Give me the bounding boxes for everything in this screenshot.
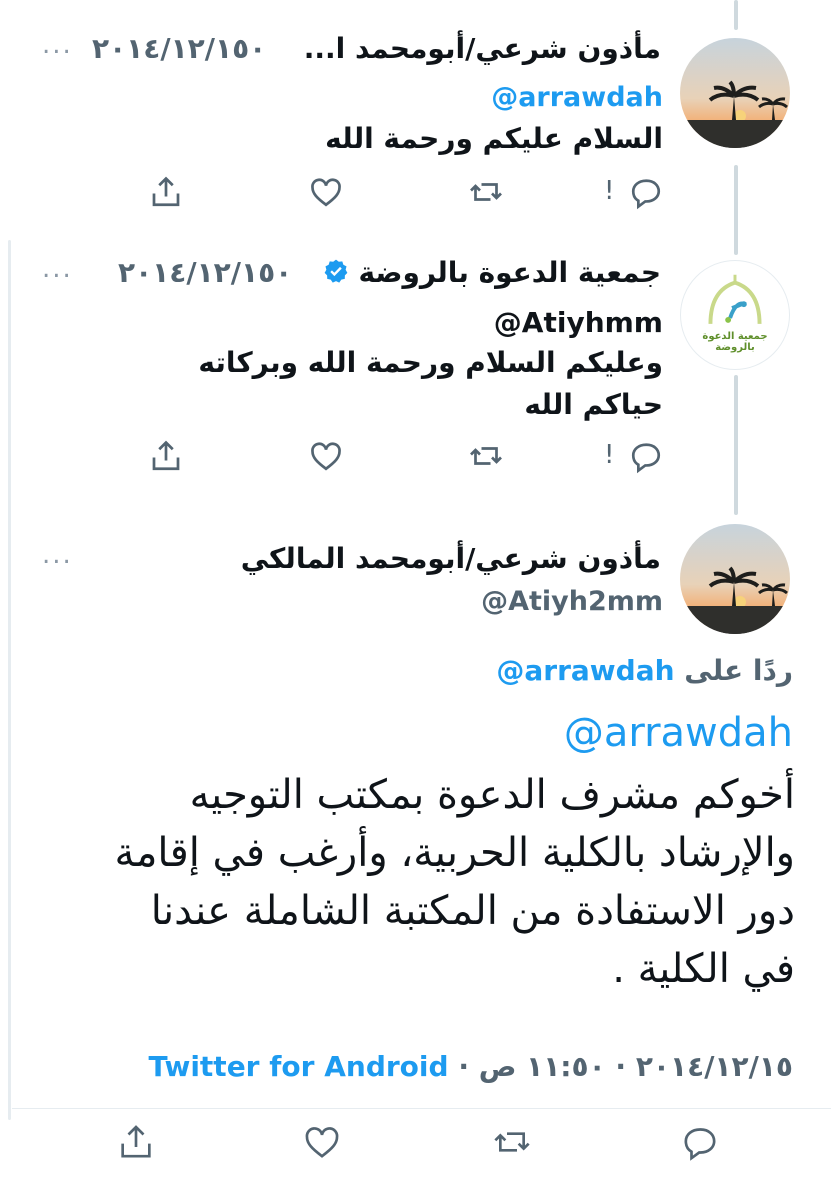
author-name[interactable]: مأذون شرعي/أبومحمد ا... <box>304 32 661 65</box>
verified-icon <box>323 258 349 291</box>
tweet-text-line-3: دور الاستفادة من المكتبة الشاملة عندنا <box>150 888 795 934</box>
reply-icon[interactable] <box>680 1122 720 1162</box>
reply-mention[interactable]: Atiyhmm@ <box>494 302 663 344</box>
retweet-icon[interactable] <box>468 174 504 210</box>
avatar[interactable] <box>680 38 790 148</box>
avatar[interactable]: جمعية الدعوة بالروضة <box>680 260 790 370</box>
author-name-text: جمعية الدعوة بالروضة <box>358 256 661 289</box>
replying-to: ردًا على @arrawdah <box>496 654 793 687</box>
tweet-text-line-2: حياكم الله <box>524 388 663 421</box>
tweet-timestamp[interactable]: ٢٠١٤/١٢/١٥ · ١١:٥٠ ص · <box>458 1050 793 1083</box>
tweet-text: السلام عليكم ورحمة الله <box>325 122 663 155</box>
tweet-date[interactable]: ٢٠١٤/١٢/١٥٠ <box>118 256 292 289</box>
more-icon[interactable]: ... <box>42 30 73 60</box>
more-icon[interactable]: ... <box>42 254 73 284</box>
tweet-text-line-1: أخوكم مشرف الدعوة بمكتب التوجيه <box>189 772 795 818</box>
reply-icon[interactable] <box>628 438 664 474</box>
mention-link[interactable]: @arrawdah <box>564 710 793 756</box>
thread-line-left <box>8 240 11 1120</box>
share-icon[interactable] <box>116 1122 156 1162</box>
retweet-icon[interactable] <box>468 438 504 474</box>
reply-mention[interactable]: @arrawdah <box>491 82 663 113</box>
author-handle[interactable]: @Atiyh2mm <box>481 586 663 617</box>
tweet-text-line-2: والإرشاد بالكلية الحربية، وأرغب في إقامة <box>114 830 795 876</box>
thread-line-bottom <box>734 375 738 515</box>
author-name[interactable]: مأذون شرعي/أبومحمد المالكي <box>241 542 661 575</box>
palm-sunset-image <box>680 524 790 634</box>
divider <box>12 1108 831 1109</box>
like-icon[interactable] <box>302 1122 342 1162</box>
thread-line-middle <box>734 165 738 255</box>
avatar[interactable] <box>680 524 790 634</box>
tweet-text-line-4: في الكلية . <box>612 946 795 992</box>
logo-text: جمعية الدعوة بالروضة <box>702 331 768 353</box>
reply-count-marker: ! <box>604 176 615 206</box>
reply-icon[interactable] <box>628 174 664 210</box>
more-icon[interactable]: ... <box>42 540 73 570</box>
tweet-metadata: ٢٠١٤/١٢/١٥ · ١١:٥٠ ص · Twitter for Andro… <box>148 1050 793 1083</box>
author-name[interactable]: جمعية الدعوة بالروضة <box>323 256 661 291</box>
like-icon[interactable] <box>308 174 344 210</box>
like-icon[interactable] <box>308 438 344 474</box>
replying-to-label: ردًا على <box>684 654 793 687</box>
retweet-icon[interactable] <box>492 1122 532 1162</box>
share-icon[interactable] <box>148 438 184 474</box>
palm-sunset-image <box>680 38 790 148</box>
replying-to-handle[interactable]: @arrawdah <box>496 654 674 687</box>
tweet-text-line-1: وعليكم السلام ورحمة الله وبركاته <box>198 346 663 379</box>
reply-count-marker: ! <box>604 440 615 470</box>
thread-line-top <box>734 0 738 30</box>
tweet-date[interactable]: ٢٠١٤/١٢/١٥٠ <box>92 32 266 65</box>
tweet-source[interactable]: Twitter for Android <box>148 1050 448 1083</box>
share-icon[interactable] <box>148 174 184 210</box>
